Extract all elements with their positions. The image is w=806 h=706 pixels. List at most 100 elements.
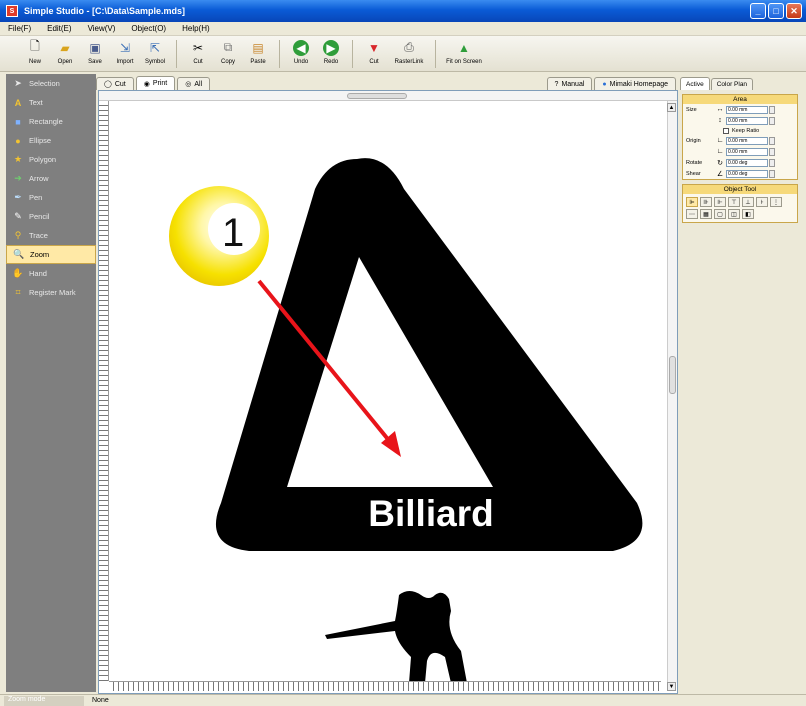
rotate-field[interactable]: 0.00 deg	[726, 158, 768, 167]
undo-icon: ◀	[293, 39, 309, 56]
scroll-thumb[interactable]	[669, 356, 676, 394]
tool-selection[interactable]: ➤ Selection	[6, 74, 96, 93]
tab-all[interactable]: ◎ All	[177, 77, 211, 90]
origin-y-field[interactable]: 0.00 mm	[726, 147, 768, 156]
align-bottom-button[interactable]: ⊦	[756, 197, 768, 207]
width-spinner[interactable]	[769, 105, 775, 114]
text-icon: A	[14, 97, 22, 108]
tool-register-mark[interactable]: ⌗ Register Mark	[6, 283, 96, 302]
group-button[interactable]: ▦	[700, 209, 712, 219]
open-button[interactable]: ▰ Open	[50, 38, 80, 70]
origin-x-icon: ∟	[716, 137, 724, 144]
horizontal-scrollbar[interactable]	[99, 91, 677, 101]
redo-icon: ▶	[323, 39, 339, 56]
height-spinner[interactable]	[769, 116, 775, 125]
copy-button[interactable]: ⧉ Copy	[213, 38, 243, 70]
checkbox-box[interactable]	[723, 127, 729, 134]
homepage-link[interactable]: ● Mimaki Homepage	[594, 77, 676, 90]
scroll-down-button[interactable]: ▼	[667, 682, 676, 691]
drawing-canvas[interactable]: 1 Billiard ▲ ▼	[98, 90, 678, 694]
align-top-button[interactable]: ⊤	[728, 197, 740, 207]
keep-ratio-checkbox[interactable]: Keep Ratio	[683, 126, 797, 135]
ungroup-button[interactable]: ▢	[714, 209, 726, 219]
width-icon: ↔	[716, 106, 724, 113]
align-center-button[interactable]: ⊪	[700, 197, 712, 207]
fit-on-screen-button[interactable]: ▲ Fit on Screen	[442, 38, 486, 70]
shear-spinner[interactable]	[769, 169, 775, 178]
shear-field[interactable]: 0.00 deg	[726, 169, 768, 178]
symbol-button[interactable]: ⇱ Symbol	[140, 38, 170, 70]
save-button[interactable]: ▣ Save	[80, 38, 110, 70]
tool-pen[interactable]: ✒ Pen	[6, 188, 96, 207]
tab-color-plan[interactable]: Color Plan	[710, 78, 754, 90]
width-field[interactable]: 0.00 mm	[726, 105, 768, 114]
maximize-button[interactable]: □	[768, 3, 784, 19]
toolbar-separator	[435, 39, 436, 68]
cut-button[interactable]: ✂ Cut	[183, 38, 213, 70]
rotate-icon: ↻	[717, 159, 723, 167]
rectangle-icon: ■	[15, 116, 21, 127]
tool-trace[interactable]: ⚲ Trace	[6, 226, 96, 245]
new-button[interactable]: 🗋 New	[20, 38, 50, 70]
tool-polygon[interactable]: ★ Polygon	[6, 150, 96, 169]
ellipse-icon: ●	[15, 135, 21, 146]
align-left-button[interactable]: ⊫	[686, 197, 698, 207]
import-button[interactable]: ⇲ Import	[110, 38, 140, 70]
vertical-ruler	[99, 101, 109, 681]
toolbar-separator	[352, 39, 353, 68]
height-field[interactable]: 0.00 mm	[726, 116, 768, 125]
register-mark-icon: ⌗	[15, 287, 21, 297]
align-right-button[interactable]: ⊩	[714, 197, 726, 207]
import-icon: ⇲	[119, 40, 131, 55]
combine-button[interactable]: ◫	[728, 209, 740, 219]
tab-print[interactable]: ◉ Print	[135, 76, 176, 90]
star-icon: ★	[13, 154, 23, 164]
origin-x-field[interactable]: 0.00 mm	[726, 136, 768, 145]
tool-pencil[interactable]: ✎ Pencil	[6, 207, 96, 226]
tool-panel: ➤ Selection A Text ■ Rectangle ● Ellipse ★ Po…	[6, 74, 96, 692]
distribute-h-button[interactable]: ⋮	[770, 197, 782, 207]
status-info: None	[92, 697, 109, 704]
tool-rectangle[interactable]: ■ Rectangle	[6, 112, 96, 131]
tool-ellipse[interactable]: ● Ellipse	[6, 131, 96, 150]
cut-layer-icon: ◯	[104, 81, 112, 88]
split-button[interactable]: ◧	[742, 209, 754, 219]
menu-help[interactable]: Help(H)	[174, 24, 218, 33]
rotate-spinner[interactable]	[769, 158, 775, 167]
ball-number: 1	[222, 211, 245, 255]
menu-edit[interactable]: Edit(E)	[39, 24, 79, 33]
scroll-thumb[interactable]	[347, 93, 407, 99]
distribute-v-button[interactable]: ⋯	[686, 209, 698, 219]
tab-active[interactable]: Active	[680, 77, 710, 90]
manual-link[interactable]: ? Manual	[546, 77, 593, 90]
pointer-icon: ➤	[14, 78, 22, 88]
redo-button[interactable]: ▶ Redo	[316, 38, 346, 70]
menu-object[interactable]: Object(O)	[123, 24, 174, 33]
align-middle-button[interactable]: ⊥	[742, 197, 754, 207]
object-tool-title: Object Tool	[683, 185, 797, 194]
shear-label: Shear	[686, 170, 701, 177]
tool-zoom[interactable]: 🔍 Zoom	[6, 245, 96, 264]
menu-file[interactable]: File(F)	[0, 24, 39, 33]
tab-cut[interactable]: ◯ Cut	[96, 77, 134, 90]
origin-x-spinner[interactable]	[769, 136, 775, 145]
toolbar: 🗋 New ▰ Open ▣ Save ⇲ Import ⇱ Symbol ✂ Cut ⧉ C…	[0, 36, 806, 72]
undo-button[interactable]: ◀ Undo	[286, 38, 316, 70]
height-icon: ↕	[718, 117, 722, 124]
scroll-up-button[interactable]: ▲	[667, 103, 676, 112]
rasterlink-button[interactable]: ⎙ RasterLink	[389, 38, 429, 70]
tool-text[interactable]: A Text	[6, 93, 96, 112]
tool-hand[interactable]: ✋ Hand	[6, 264, 96, 283]
minimize-button[interactable]: _	[750, 3, 766, 19]
origin-y-spinner[interactable]	[769, 147, 775, 156]
cut-plot-button[interactable]: ▼ Cut	[359, 38, 389, 70]
rasterlink-icon: ⎙	[404, 40, 414, 54]
close-button[interactable]: ✕	[786, 3, 802, 19]
sign-label: Billiard	[368, 493, 494, 534]
paste-button[interactable]: ▤ Paste	[243, 38, 273, 70]
vertical-scrollbar[interactable]	[667, 101, 677, 683]
window-title: Simple Studio - [C:\Data\Sample.mds]	[24, 6, 186, 16]
menu-view[interactable]: View(V)	[80, 24, 124, 33]
pencil-icon: ✎	[14, 211, 22, 221]
tool-arrow[interactable]: ➔ Arrow	[6, 169, 96, 188]
